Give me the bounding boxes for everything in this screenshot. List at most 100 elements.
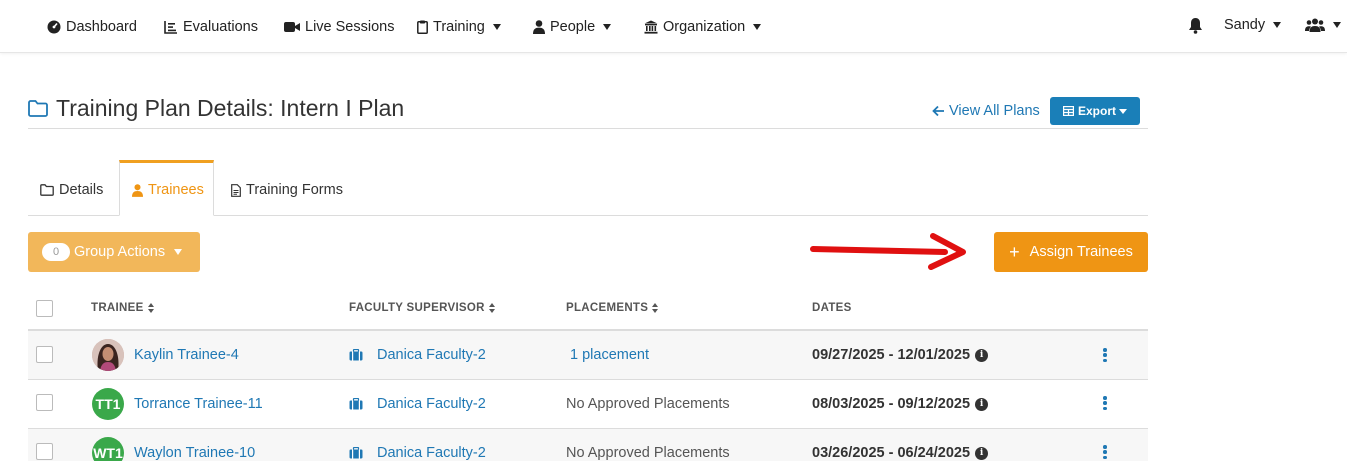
supervisor-cell: Danica Faculty-2 (349, 380, 486, 428)
dates-value: 09/27/2025 - 12/01/2025 (812, 347, 971, 363)
placements-link[interactable]: 1 placement (570, 331, 649, 379)
dates-cell: 09/27/2025 - 12/01/2025 i (812, 331, 989, 379)
nav-people-label: People (550, 19, 596, 35)
tab-details[interactable]: Details (40, 170, 103, 210)
arrow-left-icon (932, 105, 944, 117)
nav-people[interactable]: People (533, 17, 612, 37)
trainee-name-link[interactable]: Torrance Trainee-11 (134, 380, 263, 428)
nav-dashboard[interactable]: Dashboard (47, 17, 137, 37)
placements-status: No Approved Placements (566, 396, 730, 412)
row-actions-menu[interactable] (1103, 348, 1107, 362)
nav-training[interactable]: Training (417, 17, 501, 37)
placements-status: No Approved Placements (566, 445, 730, 461)
nav-training-label: Training (433, 19, 485, 35)
assign-trainees-label: Assign Trainees (1029, 244, 1133, 260)
clipboard-icon (417, 20, 428, 34)
dates-value: 03/26/2025 - 06/24/2025 (812, 445, 971, 461)
kebab-dot (1103, 348, 1107, 352)
folder-icon (40, 184, 54, 196)
nav-organization[interactable]: Organization (644, 17, 762, 37)
avatar: WT1 (92, 437, 124, 461)
kebab-dot (1103, 401, 1107, 405)
kebab-dot (1103, 445, 1107, 449)
avatar: TT1 (92, 388, 124, 420)
nav-evaluations-label: Evaluations (183, 19, 258, 35)
row-actions-menu[interactable] (1103, 445, 1107, 459)
chevron-down-icon (492, 24, 501, 30)
tab-training-forms[interactable]: Training Forms (231, 170, 343, 210)
info-icon[interactable]: i (975, 348, 989, 362)
team-switcher[interactable] (1305, 15, 1341, 35)
assign-trainees-button[interactable]: + Assign Trainees (994, 232, 1148, 272)
trainee-name-link[interactable]: Kaylin Trainee-4 (134, 331, 239, 379)
chevron-down-icon (1119, 108, 1127, 114)
info-icon[interactable]: i (975, 397, 989, 411)
group-actions-button[interactable]: 0 Group Actions (28, 232, 200, 272)
supervisor-name-link[interactable]: Danica Faculty-2 (377, 347, 486, 363)
table-row: TT1 Torrance Trainee-11 Danica Faculty-2… (28, 380, 1148, 429)
building-columns-icon (644, 20, 658, 34)
column-header-faculty-supervisor-label: FACULTY SUPERVISOR (349, 302, 485, 314)
supervisor-name-link[interactable]: Danica Faculty-2 (377, 445, 486, 461)
column-header-dates: DATES (812, 301, 852, 315)
person-icon (132, 183, 143, 197)
sort-icon (652, 303, 659, 313)
select-all-checkbox[interactable] (36, 300, 53, 317)
nav-live-sessions[interactable]: Live Sessions (284, 17, 394, 37)
table-row: WT1 Waylon Trainee-10 Danica Faculty-2 N… (28, 429, 1148, 461)
briefcase-icon (349, 349, 363, 361)
row-checkbox[interactable] (36, 443, 53, 460)
chevron-down-icon (1333, 22, 1341, 28)
document-icon (231, 183, 241, 197)
row-checkbox[interactable] (36, 394, 53, 411)
briefcase-icon (349, 447, 363, 459)
avatar (92, 339, 124, 371)
column-header-faculty-supervisor[interactable]: FACULTY SUPERVISOR (349, 301, 496, 315)
view-all-plans-link[interactable]: View All Plans (932, 102, 1040, 120)
chevron-down-icon (753, 24, 762, 30)
notifications-button[interactable] (1188, 15, 1208, 35)
tab-trainees-label: Trainees (148, 182, 204, 198)
nav-dashboard-label: Dashboard (66, 19, 137, 35)
plus-icon: + (1009, 242, 1020, 262)
supervisor-name-link[interactable]: Danica Faculty-2 (377, 396, 486, 412)
video-camera-icon (284, 22, 300, 32)
table-row: Kaylin Trainee-4 Danica Faculty-2 1 plac… (28, 331, 1148, 380)
nav-organization-label: Organization (663, 19, 746, 35)
user-name: Sandy (1224, 17, 1266, 33)
trainee-name-link[interactable]: Waylon Trainee-10 (134, 429, 255, 461)
export-button[interactable]: Export (1050, 97, 1140, 125)
sort-icon (488, 303, 496, 313)
bell-icon (1189, 17, 1202, 34)
chevron-down-icon (603, 24, 612, 30)
top-navbar: Dashboard Evaluations Live Sessions Trai… (0, 0, 1347, 53)
column-header-trainee-label: TRAINEE (91, 302, 144, 314)
chevron-down-icon (174, 249, 183, 255)
row-actions-menu[interactable] (1103, 396, 1107, 410)
table-icon (1062, 106, 1074, 116)
tab-trainees[interactable]: Trainees (132, 170, 204, 210)
nav-evaluations[interactable]: Evaluations (164, 17, 258, 37)
kebab-dot (1103, 396, 1107, 400)
annotation-arrow (810, 233, 966, 270)
supervisor-cell: Danica Faculty-2 (349, 429, 486, 461)
kebab-dot (1103, 450, 1107, 454)
user-menu[interactable]: Sandy (1224, 15, 1282, 35)
column-header-placements[interactable]: PLACEMENTS (566, 301, 659, 315)
folder-icon (28, 99, 48, 117)
column-header-dates-label: DATES (812, 302, 852, 314)
column-header-placements-label: PLACEMENTS (566, 302, 649, 314)
export-label: Export (1077, 104, 1116, 118)
info-icon[interactable]: i (975, 446, 989, 460)
sort-icon (147, 303, 155, 313)
chart-list-icon (164, 21, 177, 34)
column-header-trainee[interactable]: TRAINEE (91, 301, 155, 315)
profile-photo-icon (92, 339, 124, 371)
dates-cell: 03/26/2025 - 06/24/2025 i (812, 429, 989, 461)
dashboard-gauge-icon (47, 20, 61, 34)
kebab-dot (1103, 406, 1107, 410)
dates-cell: 08/03/2025 - 09/12/2025 i (812, 380, 989, 428)
person-icon (533, 20, 545, 34)
row-checkbox[interactable] (36, 346, 53, 363)
supervisor-cell: Danica Faculty-2 (349, 331, 486, 379)
